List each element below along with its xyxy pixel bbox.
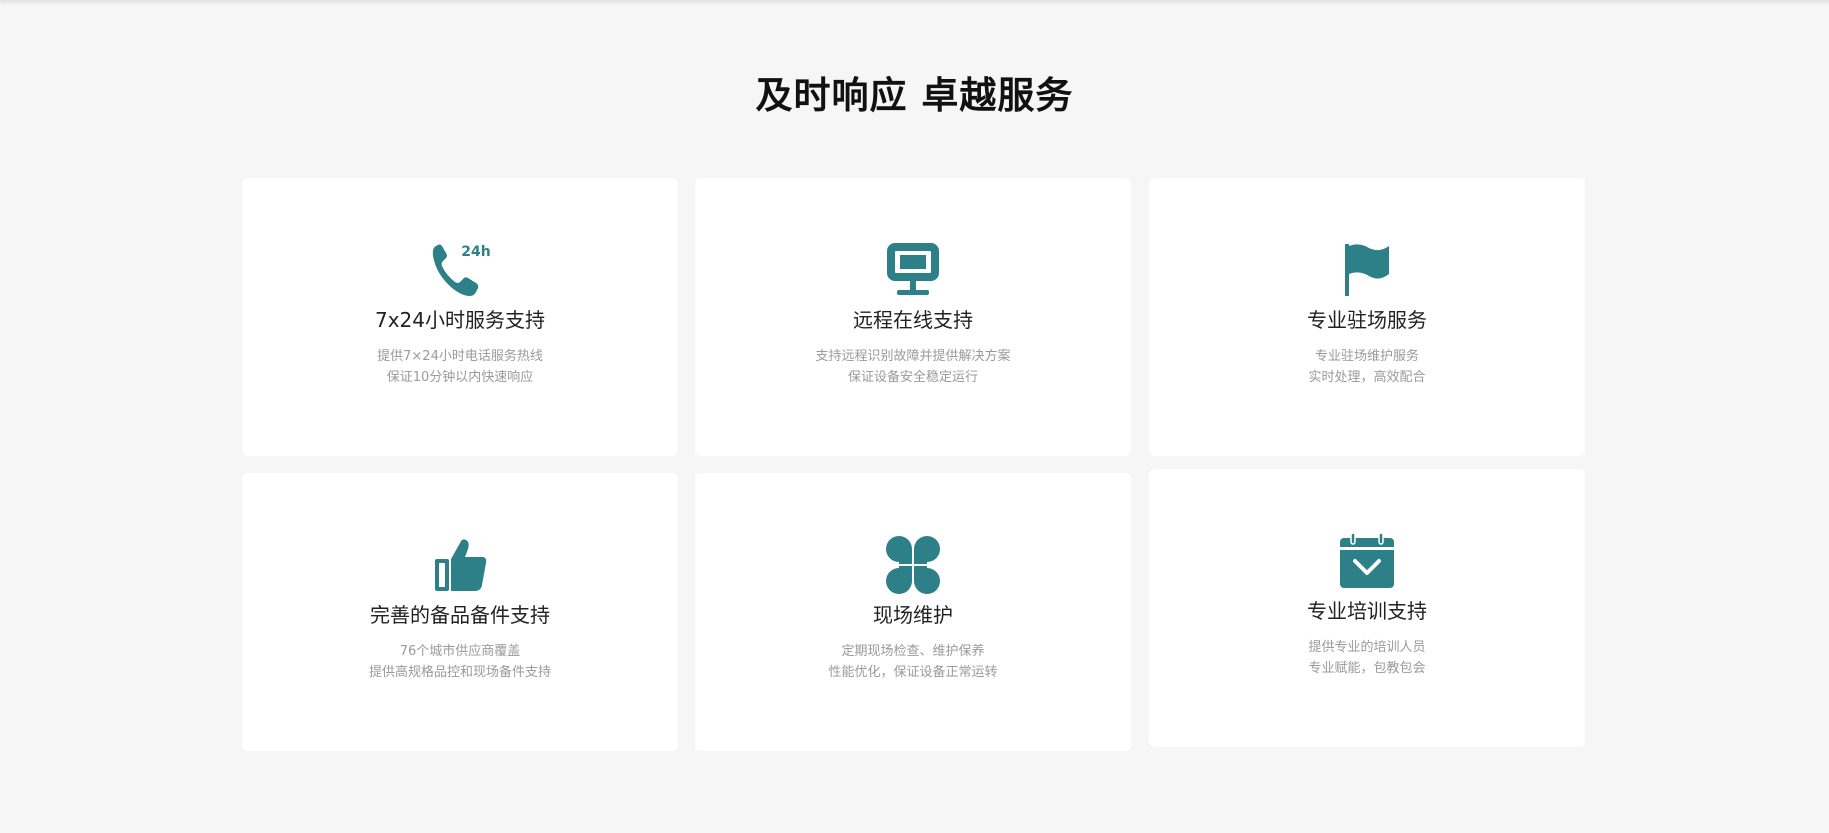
- card-description: 提供专业的培训人员 专业赋能，包教包会: [1149, 637, 1585, 679]
- card-description: 76个城市供应商覆盖 提供高规格品控和现场备件支持: [242, 641, 678, 683]
- svg-text:24h: 24h: [461, 244, 490, 260]
- card-title: 完善的备品备件支持: [370, 603, 550, 627]
- card-description: 专业驻场维护服务 实时处理，高效配合: [1149, 346, 1585, 388]
- card-desc-line: 实时处理，高效配合: [1308, 370, 1426, 385]
- header-shadow: [0, 0, 1829, 2]
- card-desc-line: 提供专业的培训人员: [1308, 640, 1426, 655]
- card-title: 远程在线支持: [853, 308, 973, 332]
- clover-icon: [883, 535, 943, 595]
- service-card-remote-support[interactable]: 远程在线支持 支持远程识别故障并提供解决方案 保证设备安全稳定运行: [695, 178, 1131, 456]
- thumbs-up-icon: [430, 535, 490, 595]
- card-desc-line: 保证10分钟以内快速响应: [386, 370, 534, 385]
- monitor-icon: [883, 240, 943, 300]
- card-title: 现场维护: [873, 603, 953, 627]
- section-title: 及时响应 卓越服务: [755, 74, 1074, 117]
- card-description: 提供7×24小时电话服务热线 保证10分钟以内快速响应: [242, 346, 678, 388]
- card-desc-line: 专业驻场维护服务: [1314, 349, 1419, 364]
- card-desc-line: 专业赋能，包教包会: [1308, 661, 1426, 676]
- service-card-24h-support[interactable]: 24h 7x24小时服务支持 提供7×24小时电话服务热线 保证10分钟以内快速…: [242, 178, 678, 456]
- phone-24h-icon: 24h: [430, 240, 490, 300]
- card-desc-line: 支持远程识别故障并提供解决方案: [815, 349, 1011, 364]
- card-desc-line: 76个城市供应商覆盖: [399, 644, 521, 659]
- card-desc-line: 保证设备安全稳定运行: [847, 370, 978, 385]
- service-card-training[interactable]: 专业培训支持 提供专业的培训人员 专业赋能，包教包会: [1149, 469, 1585, 747]
- service-card-spare-parts[interactable]: 完善的备品备件支持 76个城市供应商覆盖 提供高规格品控和现场备件支持: [242, 473, 678, 751]
- service-card-onsite-maintenance[interactable]: 现场维护 定期现场检查、维护保养 性能优化，保证设备正常运转: [695, 473, 1131, 751]
- flag-icon: [1337, 240, 1397, 300]
- card-desc-line: 性能优化，保证设备正常运转: [828, 665, 998, 680]
- card-title: 专业驻场服务: [1307, 308, 1427, 332]
- card-title: 7x24小时服务支持: [374, 308, 545, 332]
- card-description: 支持远程识别故障并提供解决方案 保证设备安全稳定运行: [695, 346, 1131, 388]
- card-desc-line: 定期现场检查、维护保养: [841, 644, 985, 659]
- card-title: 专业培训支持: [1307, 599, 1427, 623]
- calendar-check-icon: [1337, 531, 1397, 591]
- card-desc-line: 提供高规格品控和现场备件支持: [368, 665, 551, 680]
- card-desc-line: 提供7×24小时电话服务热线: [377, 349, 543, 364]
- card-description: 定期现场检查、维护保养 性能优化，保证设备正常运转: [695, 641, 1131, 683]
- service-card-onsite-service[interactable]: 专业驻场服务 专业驻场维护服务 实时处理，高效配合: [1149, 178, 1585, 456]
